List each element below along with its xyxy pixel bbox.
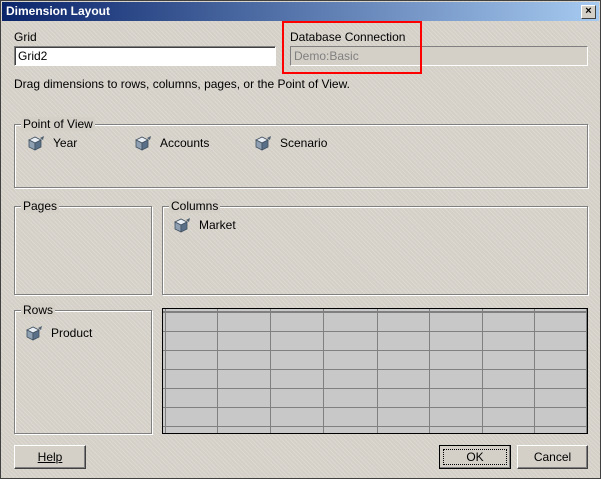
title-bar: Dimension Layout × [2,2,599,21]
rows-group[interactable]: Rows Product [14,303,152,434]
columns-group[interactable]: Columns Market [162,199,588,295]
dimension-market[interactable]: Market [173,217,236,233]
grid-name-input[interactable]: Grid2 [14,46,276,66]
window-title: Dimension Layout [6,4,111,18]
dimension-cube-icon [173,217,191,233]
help-button[interactable]: Help [14,445,86,469]
pages-label: Pages [21,199,60,213]
dimension-cube-icon [134,135,152,151]
dimension-year[interactable]: Year [27,135,77,151]
dimension-cube-icon [27,135,45,151]
cancel-label: Cancel [533,450,572,464]
rows-label: Rows [21,303,56,317]
help-label: Help [37,450,63,464]
close-icon: × [585,5,592,17]
dimension-accounts[interactable]: Accounts [134,135,209,151]
dimension-label: Market [199,218,236,232]
point-of-view-group[interactable]: Point of View Year Accounts Scenario [14,117,588,188]
dimension-label: Scenario [280,136,328,150]
dimension-label: Year [53,136,78,150]
dimension-cube-icon [254,135,272,151]
instructions-text: Drag dimensions to rows, columns, pages,… [14,77,350,91]
cancel-button[interactable]: Cancel [517,445,588,469]
dimension-product[interactable]: Product [25,325,92,341]
highlight-box [282,21,422,74]
dimension-layout-dialog: Dimension Layout × Grid Grid2 Database C… [0,0,601,479]
grid-preview [162,308,588,434]
columns-label: Columns [169,199,221,213]
pages-group[interactable]: Pages [14,199,152,295]
close-button[interactable]: × [581,5,596,19]
dimension-cube-icon [25,325,43,341]
ok-label: OK [466,450,484,464]
point-of-view-label: Point of View [21,117,95,131]
ok-button[interactable]: OK [439,445,511,469]
grid-label: Grid [14,30,37,44]
dimension-scenario[interactable]: Scenario [254,135,327,151]
dimension-label: Accounts [160,136,210,150]
dimension-label: Product [51,326,93,340]
